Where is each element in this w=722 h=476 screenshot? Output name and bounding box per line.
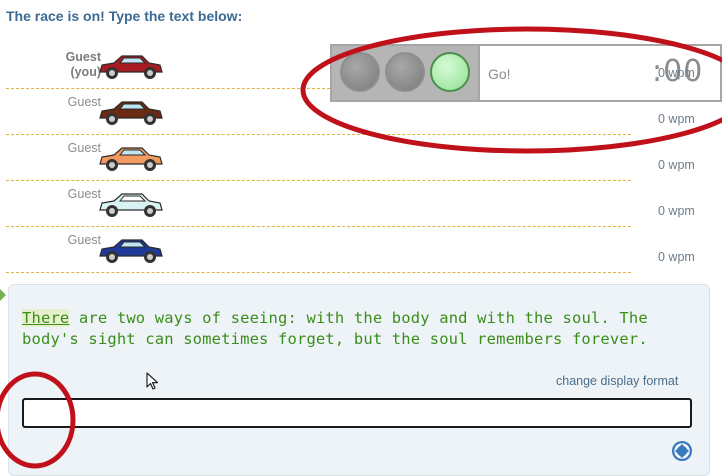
- help-circle-icon[interactable]: [672, 441, 692, 461]
- race-car-icon: [99, 101, 163, 125]
- change-display-format-link[interactable]: change display format: [556, 374, 678, 388]
- race-passage: There are two ways of seeing: with the b…: [22, 308, 702, 350]
- yellow-light-icon: [385, 52, 425, 92]
- green-light-icon: [430, 52, 470, 92]
- racer-wpm: 0 wpm: [658, 204, 695, 218]
- racer-name: Guest: [67, 187, 101, 201]
- racer-name: Guest: [67, 233, 101, 247]
- typing-input[interactable]: [22, 398, 692, 428]
- race-status: Go!: [488, 66, 511, 82]
- racer-wpm: 0 wpm: [658, 158, 695, 172]
- racer-wpm: 0 wpm: [658, 250, 695, 264]
- racer-wpm: 0 wpm: [658, 112, 695, 126]
- race-car-icon: [99, 193, 163, 217]
- panel-arrow-icon: [0, 289, 6, 301]
- race-car-icon: [99, 55, 163, 79]
- racer-name-you: (you): [70, 65, 101, 79]
- passage-current-word: There: [22, 309, 70, 327]
- racer-name-line: Guest: [65, 50, 101, 64]
- racer-lane: Guest: [6, 180, 631, 227]
- red-light-icon: [340, 52, 380, 92]
- race-heading: The race is on! Type the text below:: [6, 8, 243, 24]
- racer-name: Guest (you): [6, 50, 101, 80]
- racer-name: Guest: [67, 141, 101, 155]
- racer-lane: Guest: [6, 226, 631, 273]
- mouse-pointer-icon: [146, 372, 159, 390]
- traffic-light-housing: [332, 46, 480, 100]
- racer-lane: Guest: [6, 134, 631, 181]
- racer-wpm: 0 wpm: [658, 66, 695, 80]
- passage-remaining-text: are two ways of seeing: with the body an…: [22, 309, 648, 348]
- race-car-icon: [99, 147, 163, 171]
- racer-name: Guest: [67, 95, 101, 109]
- race-car-icon: [99, 239, 163, 263]
